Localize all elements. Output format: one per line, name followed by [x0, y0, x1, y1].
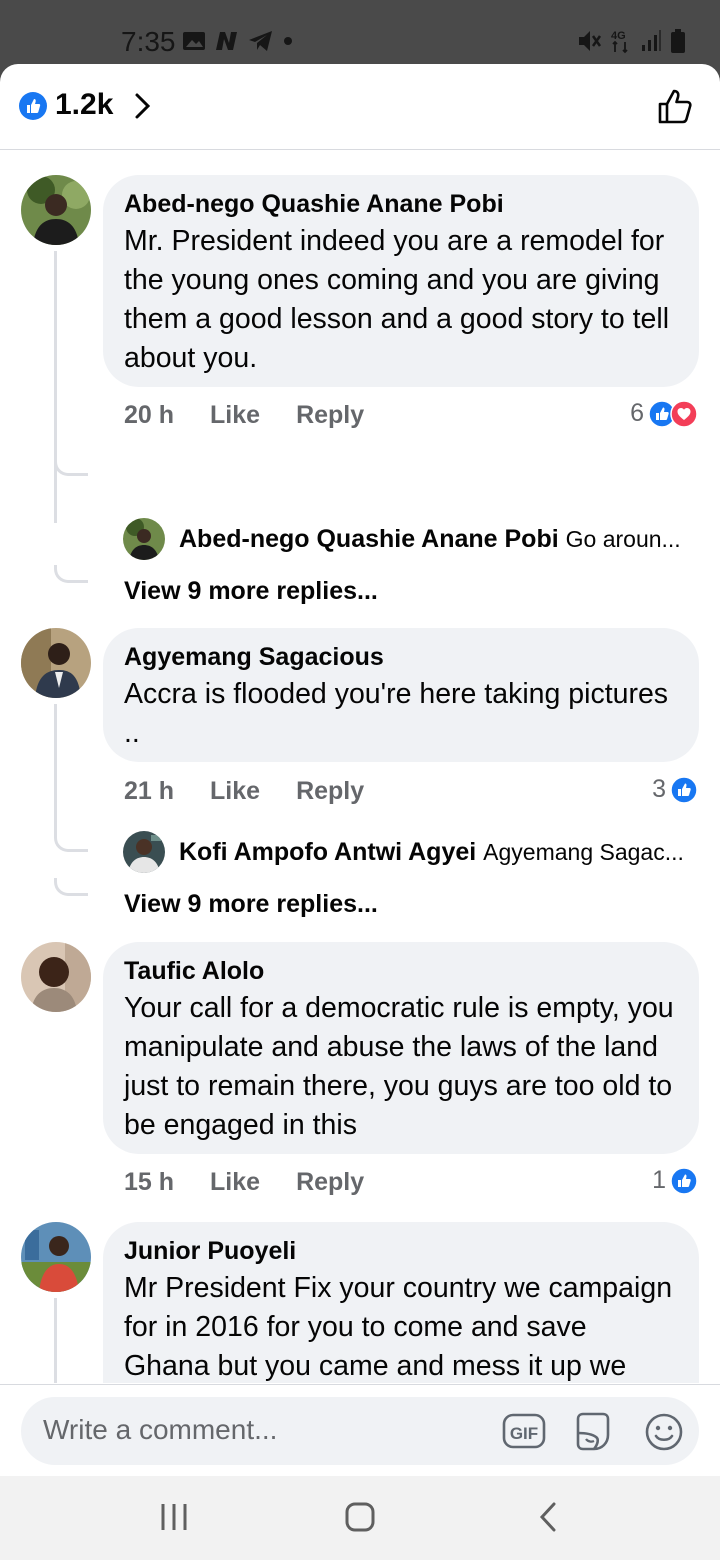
- view-more-replies-link[interactable]: View 9 more replies...: [124, 890, 378, 919]
- like-reaction-icon: [670, 775, 698, 804]
- telegram-icon: [249, 31, 272, 51]
- like-reaction-icon: [670, 1166, 698, 1195]
- home-icon[interactable]: [343, 1500, 377, 1534]
- reactions-header[interactable]: 1.2k: [0, 64, 720, 150]
- status-bar: 7:35 4G: [0, 0, 720, 70]
- reaction-count[interactable]: 1.2k: [55, 88, 113, 122]
- love-reaction-icon: [670, 399, 698, 428]
- reply-link[interactable]: Reply: [296, 401, 364, 430]
- emoji-icon[interactable]: [643, 1411, 685, 1453]
- battery-icon: [671, 29, 685, 53]
- avatar[interactable]: [21, 942, 91, 1012]
- comment-text: Accra is flooded you're here taking pict…: [124, 678, 669, 749]
- like-button-icon[interactable]: [656, 88, 694, 126]
- comment-bubble[interactable]: Taufic Alolo Your call for a democratic …: [103, 942, 699, 1154]
- comment-text: Mr President Fix your country we campaig…: [124, 1272, 673, 1382]
- reply-link[interactable]: Reply: [296, 777, 364, 806]
- avatar[interactable]: [21, 175, 91, 245]
- like-link[interactable]: Like: [210, 1168, 260, 1197]
- recent-apps-icon[interactable]: [158, 1500, 190, 1534]
- svg-text:4G: 4G: [611, 30, 626, 42]
- comment-bubble[interactable]: Agyemang Sagacious Accra is flooded you'…: [103, 628, 699, 762]
- reply-author: Abed-nego Quashie Anane Pobi: [179, 525, 559, 553]
- comment-author[interactable]: Agyemang Sagacious: [124, 642, 679, 672]
- like-link[interactable]: Like: [210, 777, 260, 806]
- gallery-icon: [183, 32, 205, 50]
- reaction-number: 3: [652, 775, 666, 803]
- reaction-number: 6: [630, 399, 644, 427]
- chevron-right-icon[interactable]: [132, 92, 154, 120]
- reaction-summary[interactable]: 1: [652, 1166, 698, 1195]
- dot-icon: [284, 37, 292, 45]
- comment-author[interactable]: Abed-nego Quashie Anane Pobi: [124, 189, 679, 219]
- comments-list[interactable]: Abed-nego Quashie Anane Pobi Mr. Preside…: [0, 151, 720, 1383]
- reaction-number: 1: [652, 1166, 666, 1194]
- reply-author: Kofi Ampofo Antwi Agyei: [179, 838, 477, 866]
- avatar[interactable]: [123, 831, 165, 873]
- reaction-summary[interactable]: 6: [630, 399, 698, 428]
- view-more-replies-link[interactable]: View 9 more replies...: [124, 577, 378, 606]
- network-4g-icon: 4G: [611, 30, 628, 54]
- news-app-icon: [216, 32, 237, 50]
- sticker-icon[interactable]: [572, 1411, 614, 1453]
- comment-time[interactable]: 20 h: [124, 401, 174, 430]
- back-icon[interactable]: [535, 1500, 561, 1534]
- comment-composer-bar: Write a comment... GIF: [0, 1384, 720, 1476]
- reply-preview[interactable]: Abed-nego Quashie Anane Pobi Go aroun...: [179, 525, 681, 554]
- status-time: 7:35: [121, 26, 176, 57]
- comment-text: Your call for a democratic rule is empty…: [124, 992, 674, 1141]
- like-reaction-icon: [19, 92, 47, 120]
- comment-placeholder: Write a comment...: [43, 1414, 278, 1445]
- comment-author[interactable]: Taufic Alolo: [124, 956, 679, 986]
- system-nav-bar: [0, 1476, 720, 1560]
- comment-input[interactable]: Write a comment... GIF: [21, 1397, 699, 1465]
- avatar[interactable]: [21, 1222, 91, 1292]
- avatar[interactable]: [123, 518, 165, 560]
- signal-icon: [642, 30, 661, 51]
- comment-time[interactable]: 21 h: [124, 777, 174, 806]
- avatar[interactable]: [21, 628, 91, 698]
- comment-time[interactable]: 15 h: [124, 1168, 174, 1197]
- reply-text: Agyemang Sagac...: [483, 839, 684, 865]
- comment-bubble[interactable]: Abed-nego Quashie Anane Pobi Mr. Preside…: [103, 175, 699, 387]
- mute-icon: [579, 31, 602, 51]
- comment-text: Mr. President indeed you are a remodel f…: [124, 225, 670, 374]
- reply-text: Go aroun...: [565, 526, 681, 552]
- reply-preview[interactable]: Kofi Ampofo Antwi Agyei Agyemang Sagac..…: [179, 838, 684, 867]
- reaction-summary[interactable]: 3: [652, 775, 698, 804]
- gif-icon[interactable]: GIF: [502, 1411, 546, 1451]
- reply-link[interactable]: Reply: [296, 1168, 364, 1197]
- svg-text:GIF: GIF: [510, 1424, 538, 1443]
- comment-bubble[interactable]: Junior Puoyeli Mr President Fix your cou…: [103, 1222, 699, 1383]
- comments-sheet: 1.2k Abed-nego Quashie Anane Pobi Mr. Pr…: [0, 64, 720, 1476]
- like-link[interactable]: Like: [210, 401, 260, 430]
- comment-author[interactable]: Junior Puoyeli: [124, 1236, 679, 1266]
